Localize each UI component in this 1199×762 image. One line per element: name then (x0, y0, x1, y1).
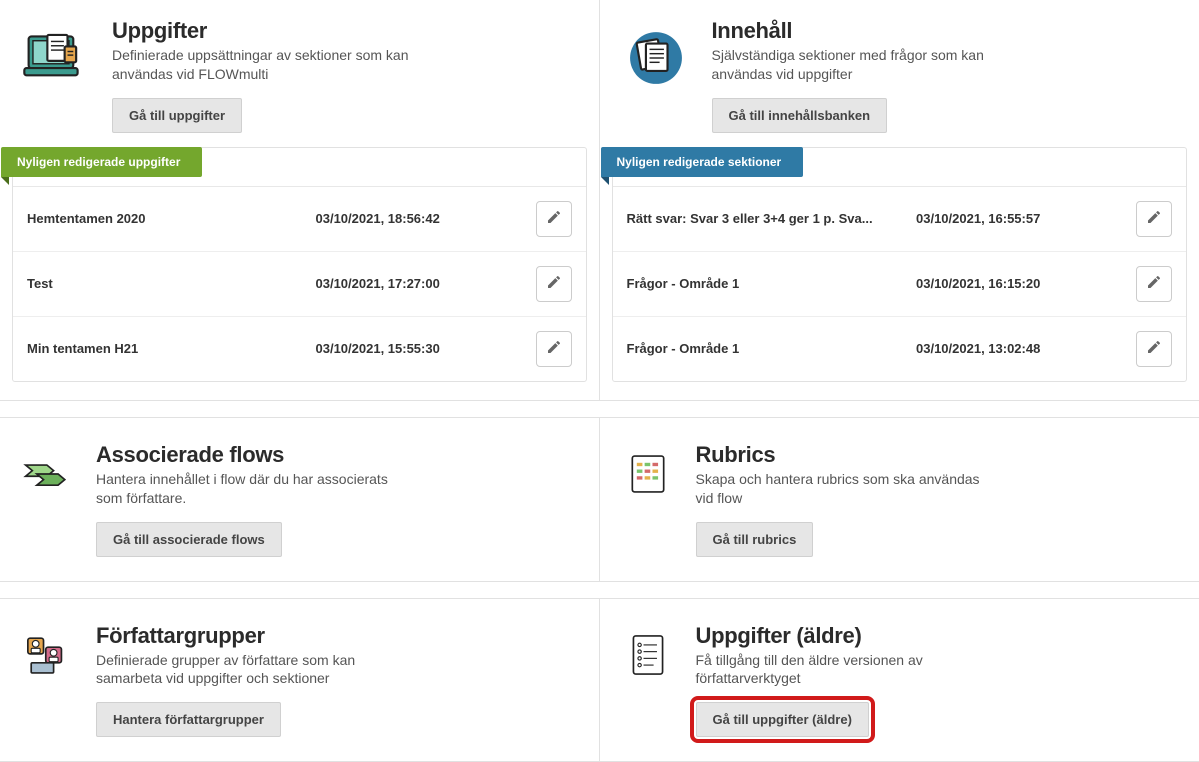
laptop-docs-icon (16, 18, 96, 98)
card-title: Innehåll (712, 18, 1012, 44)
item-name: Rätt svar: Svar 3 eller 3+4 ger 1 p. Sva… (627, 211, 917, 226)
manage-groups-button[interactable]: Hantera författargrupper (96, 702, 281, 737)
documents-stack-icon (616, 18, 696, 98)
card-description: Definierade grupper av författare som ka… (96, 651, 396, 689)
card-description: Hantera innehållet i flow där du har ass… (96, 470, 396, 508)
item-name: Frågor - Område 1 (627, 276, 917, 291)
card-flows: Associerade flows Hantera innehållet i f… (0, 418, 600, 581)
checklist-document-icon (616, 623, 680, 687)
pencil-icon (1146, 274, 1162, 293)
card-uppgifter: Uppgifter Definierade uppsättningar av s… (0, 0, 600, 400)
item-date: 03/10/2021, 16:15:20 (916, 276, 1136, 291)
author-groups-icon (16, 623, 80, 687)
recent-sektioner-panel: Nyligen redigerade sektioner Rätt svar: … (612, 147, 1188, 382)
pencil-icon (546, 274, 562, 293)
edit-button[interactable] (1136, 331, 1172, 367)
recent-uppgifter-panel: Nyligen redigerade uppgifter Hemtentamen… (12, 147, 587, 382)
card-description: Skapa och hantera rubrics som ska använd… (696, 470, 996, 508)
pencil-icon (546, 209, 562, 228)
go-to-innehall-button[interactable]: Gå till innehållsbanken (712, 98, 888, 133)
pencil-icon (1146, 339, 1162, 358)
card-title: Rubrics (696, 442, 996, 468)
item-name: Hemtentamen 2020 (27, 211, 316, 226)
go-to-flows-button[interactable]: Gå till associerade flows (96, 522, 282, 557)
item-date: 03/10/2021, 17:27:00 (316, 276, 536, 291)
item-date: 03/10/2021, 16:55:57 (916, 211, 1136, 226)
item-date: 03/10/2021, 13:02:48 (916, 341, 1136, 356)
item-date: 03/10/2021, 15:55:30 (316, 341, 536, 356)
pencil-icon (546, 339, 562, 358)
go-to-legacy-uppgifter-button[interactable]: Gå till uppgifter (äldre) (696, 702, 869, 737)
list-item: Test 03/10/2021, 17:27:00 (13, 252, 586, 317)
card-title: Associerade flows (96, 442, 396, 468)
item-date: 03/10/2021, 18:56:42 (316, 211, 536, 226)
rubrics-grid-icon (616, 442, 680, 506)
ribbon-label: Nyligen redigerade uppgifter (1, 147, 202, 177)
card-title: Uppgifter (äldre) (696, 623, 996, 649)
list-item: Hemtentamen 2020 03/10/2021, 18:56:42 (13, 187, 586, 252)
card-description: Definierade uppsättningar av sektioner s… (112, 46, 412, 84)
edit-button[interactable] (536, 331, 572, 367)
ribbon-label: Nyligen redigerade sektioner (601, 147, 804, 177)
edit-button[interactable] (536, 266, 572, 302)
card-forfattargrupper: Författargrupper Definierade grupper av … (0, 599, 600, 762)
card-description: Självständiga sektioner med frågor som k… (712, 46, 1012, 84)
item-name: Min tentamen H21 (27, 341, 316, 356)
card-rubrics: Rubrics Skapa och hantera rubrics som sk… (600, 418, 1199, 581)
list-item: Min tentamen H21 03/10/2021, 15:55:30 (13, 317, 586, 381)
pencil-icon (1146, 209, 1162, 228)
card-description: Få tillgång till den äldre versionen av … (696, 651, 996, 689)
edit-button[interactable] (1136, 266, 1172, 302)
item-name: Test (27, 276, 316, 291)
list-item: Frågor - Område 1 03/10/2021, 13:02:48 (613, 317, 1187, 381)
card-title: Uppgifter (112, 18, 412, 44)
edit-button[interactable] (536, 201, 572, 237)
list-item: Rätt svar: Svar 3 eller 3+4 ger 1 p. Sva… (613, 187, 1187, 252)
edit-button[interactable] (1136, 201, 1172, 237)
flows-arrows-icon (16, 442, 80, 506)
card-title: Författargrupper (96, 623, 396, 649)
item-name: Frågor - Område 1 (627, 341, 917, 356)
list-item: Frågor - Område 1 03/10/2021, 16:15:20 (613, 252, 1187, 317)
card-uppgifter-legacy: Uppgifter (äldre) Få tillgång till den ä… (600, 599, 1199, 762)
go-to-uppgifter-button[interactable]: Gå till uppgifter (112, 98, 242, 133)
card-innehall: Innehåll Självständiga sektioner med frå… (600, 0, 1199, 400)
go-to-rubrics-button[interactable]: Gå till rubrics (696, 522, 814, 557)
